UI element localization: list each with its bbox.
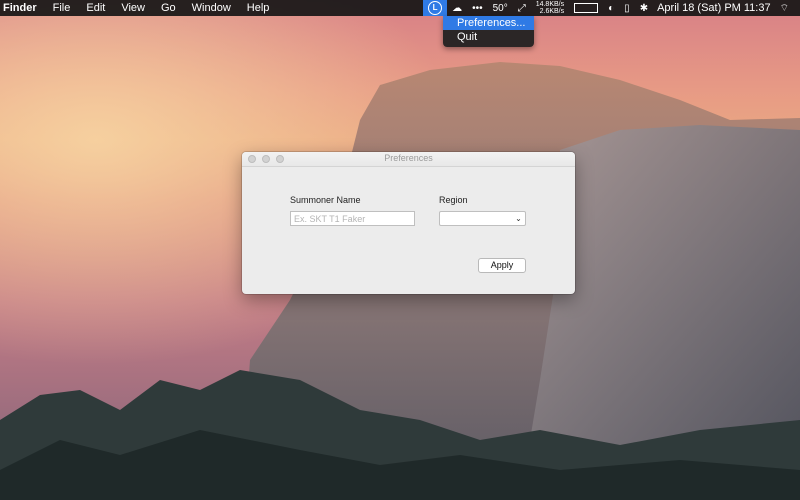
wifi-icon[interactable]: ⌔ — [775, 0, 794, 16]
menu-view[interactable]: View — [112, 0, 152, 16]
temperature-readout[interactable]: 50° — [488, 0, 513, 16]
contrast-icon[interactable]: ◐ — [603, 0, 619, 16]
window-title: Preferences — [384, 153, 433, 163]
network-monitor[interactable]: 14.8KB/s 2.6KB/s — [531, 0, 569, 16]
chevron-down-icon: ⌄ — [515, 214, 522, 223]
menu-go[interactable]: Go — [152, 0, 183, 16]
menu-file[interactable]: File — [44, 0, 78, 16]
graph-box-icon — [574, 3, 599, 13]
net-down-speed: 2.6KB/s — [539, 8, 565, 15]
resize-icon[interactable]: ⤢ — [513, 0, 531, 16]
bluetooth-icon[interactable]: ✱ — [635, 0, 653, 16]
status-dropdown-menu: Preferences... Quit — [443, 16, 534, 47]
menu-finder[interactable]: Finder — [0, 0, 44, 16]
lol-status-item[interactable]: L — [423, 0, 448, 16]
menu-item-preferences[interactable]: Preferences... — [443, 16, 534, 30]
cloud-icon[interactable]: ☁ — [447, 0, 467, 16]
menu-bar: Finder File Edit View Go Window Help L ☁… — [0, 0, 800, 16]
window-titlebar[interactable]: Preferences — [242, 152, 575, 167]
summoner-name-input[interactable] — [290, 211, 415, 226]
net-up-speed: 14.8KB/s — [535, 1, 565, 8]
region-label: Region — [439, 195, 468, 205]
menu-help[interactable]: Help — [238, 0, 277, 16]
cpu-graph-icon[interactable] — [569, 0, 603, 16]
apply-button[interactable]: Apply — [478, 258, 526, 273]
menu-window[interactable]: Window — [183, 0, 238, 16]
region-select[interactable]: ⌄ — [439, 211, 526, 226]
battery-icon[interactable]: ▯ — [619, 0, 635, 16]
menu-edit[interactable]: Edit — [77, 0, 112, 16]
menu-item-quit[interactable]: Quit — [443, 30, 534, 44]
more-icon[interactable]: ••• — [467, 0, 488, 16]
summoner-name-label: Summoner Name — [290, 195, 361, 205]
preferences-window: Preferences Summoner Name Region ⌄ Apply — [242, 152, 575, 294]
clock[interactable]: April 18 (Sat) PM 11:37 — [653, 0, 775, 16]
lol-icon: L — [428, 1, 443, 15]
